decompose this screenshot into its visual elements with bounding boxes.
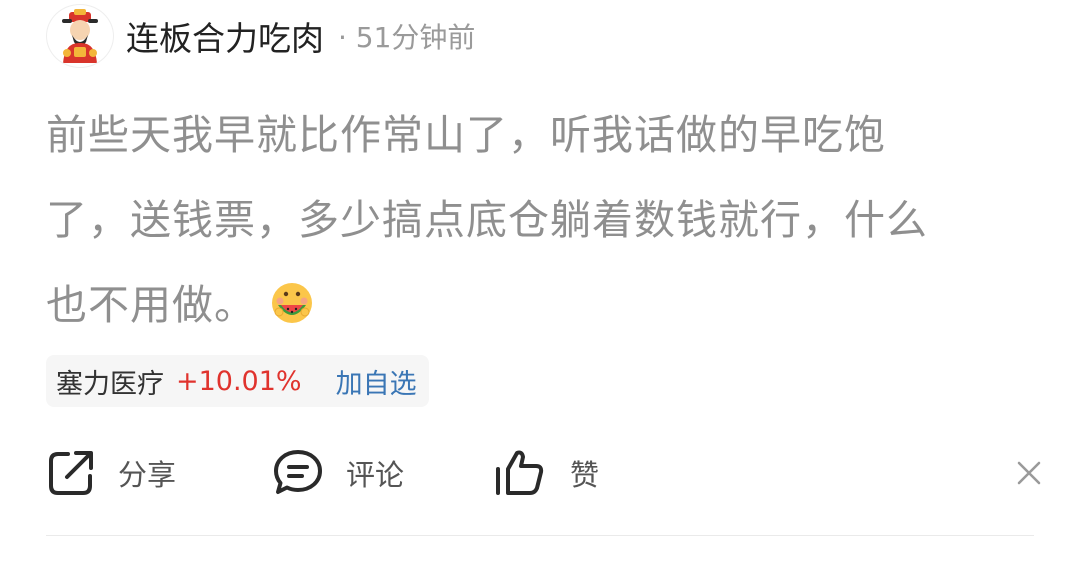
stock-change: +10.01% — [176, 365, 302, 397]
watermelon-eating-emoji-icon — [270, 269, 314, 354]
comment-label: 评论 — [346, 458, 405, 492]
like-button[interactable]: 赞 — [494, 443, 599, 503]
author-name[interactable]: 连板合力吃肉 — [126, 12, 324, 60]
share-button[interactable]: 分享 — [46, 443, 176, 503]
divider — [46, 535, 1034, 536]
thumbs-up-icon — [496, 450, 544, 495]
post-content[interactable]: 前些天我早就比作常山了，听我话做的早吃饱 了，送钱票，多少搞点底仓躺着数钱就行，… — [46, 93, 1036, 354]
post-time: · 51分钟前 — [338, 21, 476, 54]
stock-name[interactable]: 塞力医疗 — [56, 362, 164, 401]
action-bar: 分享 评论 赞 — [46, 443, 1046, 503]
close-icon — [1017, 461, 1041, 485]
stock-tag[interactable]: 塞力医疗 +10.01% 加自选 — [46, 355, 429, 407]
close-button[interactable] — [1009, 453, 1049, 493]
share-label: 分享 — [118, 458, 177, 492]
add-watchlist-button[interactable]: 加自选 — [336, 362, 417, 401]
post-content-line: 也不用做。 — [46, 263, 1036, 354]
like-label: 赞 — [570, 458, 600, 492]
share-icon — [49, 451, 93, 495]
post-header: 连板合力吃肉 · 51分钟前 — [46, 4, 475, 68]
post-content-line-text: 也不用做。 — [46, 281, 256, 329]
fortune-god-avatar-icon — [62, 9, 98, 63]
post-content-line: 前些天我早就比作常山了，听我话做的早吃饱 — [46, 111, 886, 159]
comment-icon — [274, 450, 322, 494]
post-content-line: 了，送钱票，多少搞点底仓躺着数钱就行，什么 — [46, 196, 928, 244]
author-avatar[interactable] — [46, 4, 114, 68]
comment-button[interactable]: 评论 — [272, 443, 404, 503]
